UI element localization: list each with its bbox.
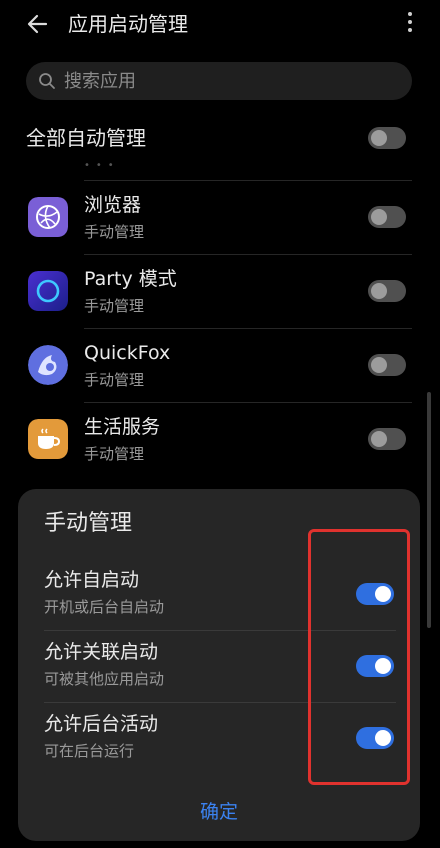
back-button[interactable] <box>24 10 52 38</box>
quickfox-icon <box>28 345 68 385</box>
life-service-icon <box>28 419 68 459</box>
browser-icon <box>28 197 68 237</box>
all-auto-manage-toggle[interactable] <box>368 127 406 149</box>
top-app-bar: 应用启动管理 <box>0 0 440 48</box>
app-toggle[interactable] <box>368 280 406 302</box>
option-label: 允许自启动 <box>44 569 140 591</box>
confirm-button[interactable]: 确定 <box>18 795 420 827</box>
dialog-title: 手动管理 <box>44 511 133 536</box>
divider <box>84 402 412 403</box>
search-input[interactable] <box>64 62 394 100</box>
arrow-left-icon <box>27 14 48 34</box>
list-scroll-hint: ••• <box>84 160 120 171</box>
toggle-knob <box>371 283 387 299</box>
more-vertical-icon-dot <box>408 20 412 24</box>
more-vertical-icon <box>408 12 412 16</box>
divider <box>84 180 412 181</box>
app-toggle[interactable] <box>368 206 406 228</box>
app-name: 浏览器 <box>84 194 142 216</box>
app-status: 手动管理 <box>84 297 145 315</box>
app-name: 生活服务 <box>84 416 161 438</box>
page-title: 应用启动管理 <box>68 12 188 36</box>
all-auto-manage-label: 全部自动管理 <box>26 126 146 150</box>
list-item[interactable]: Party 模式 手动管理 <box>26 254 412 328</box>
manual-manage-dialog: 手动管理 允许自启动 开机或后台自启动 允许关联启动 可被其他应用启动 允许后台… <box>18 489 420 841</box>
more-options-button[interactable] <box>406 12 414 36</box>
option-description: 可在后台运行 <box>44 742 135 760</box>
app-toggle[interactable] <box>368 354 406 376</box>
highlight-box <box>308 529 410 785</box>
list-item[interactable]: 浏览器 手动管理 <box>26 180 412 254</box>
search-icon <box>39 73 55 89</box>
divider <box>84 254 412 255</box>
option-label: 允许后台活动 <box>44 713 159 735</box>
toggle-knob <box>371 431 387 447</box>
party-mode-icon <box>28 271 68 311</box>
toggle-knob <box>371 130 387 146</box>
more-vertical-icon-dot <box>408 28 412 32</box>
option-description: 可被其他应用启动 <box>44 670 165 688</box>
option-description: 开机或后台自启动 <box>44 598 165 616</box>
app-status: 手动管理 <box>84 445 145 463</box>
option-label: 允许关联启动 <box>44 641 159 663</box>
app-toggle[interactable] <box>368 428 406 450</box>
app-status: 手动管理 <box>84 371 145 389</box>
list-item[interactable]: QuickFox 手动管理 <box>26 328 412 402</box>
app-name: QuickFox <box>84 342 171 364</box>
app-name: Party 模式 <box>84 268 177 290</box>
divider <box>84 328 412 329</box>
app-status: 手动管理 <box>84 223 145 241</box>
all-auto-manage-row[interactable]: 全部自动管理 <box>26 118 412 158</box>
toggle-knob <box>371 209 387 225</box>
toggle-knob <box>371 357 387 373</box>
list-item[interactable]: 生活服务 手动管理 <box>26 402 412 476</box>
scrollbar[interactable] <box>427 392 431 628</box>
search-bar[interactable] <box>26 62 412 100</box>
